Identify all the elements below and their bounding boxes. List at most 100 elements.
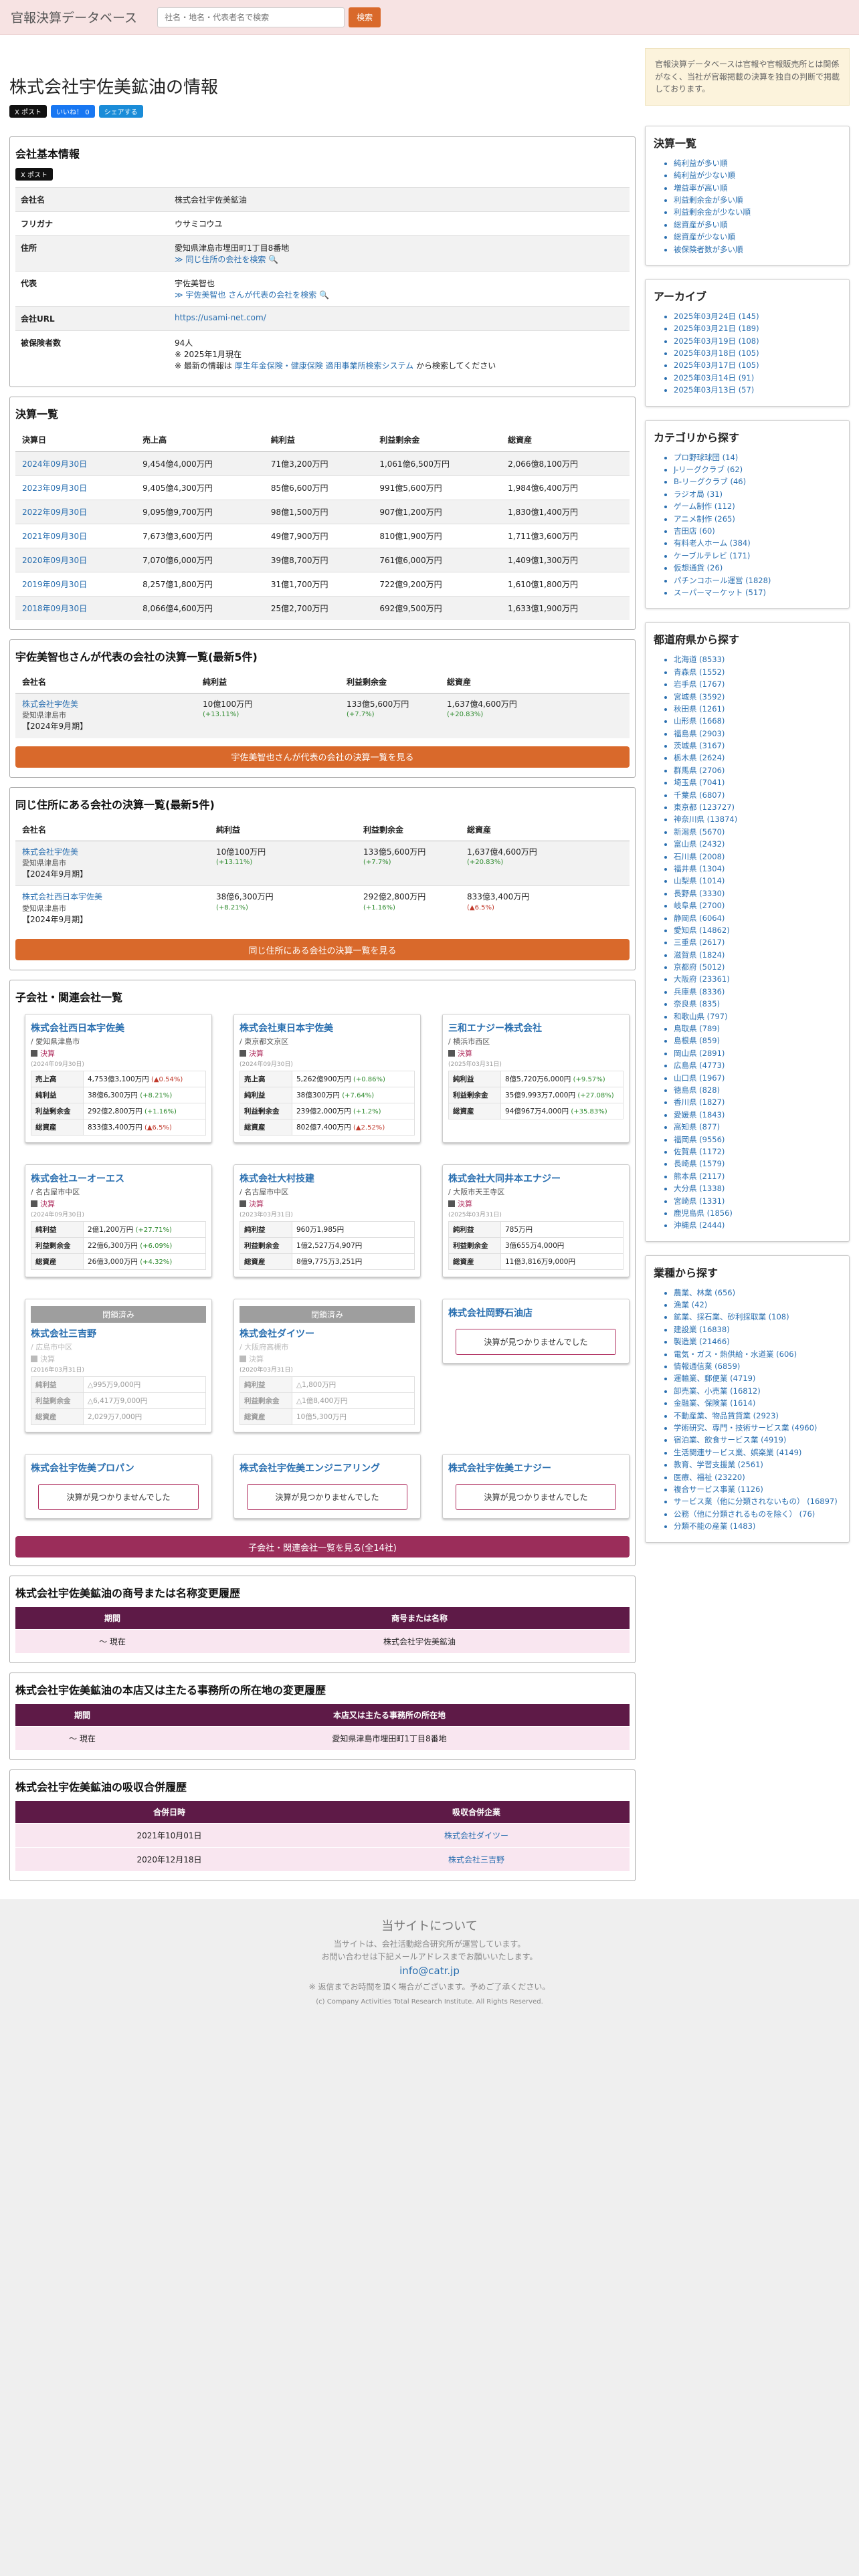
sidebar-link[interactable]: 生活関連サービス業、娯楽業 (4149) — [674, 1446, 841, 1459]
sidebar-link[interactable]: 長野県 (3330) — [674, 887, 841, 899]
subsidiary-card[interactable]: 閉鎖済み 株式会社ダイツー / 大阪府高槻市 決算 (2020年03月31日) … — [233, 1299, 421, 1433]
subsidiary-card[interactable]: 株式会社東日本宇佐美 / 東京都文京区 決算 (2024年09月30日) 売上高… — [233, 1014, 421, 1144]
sidebar-link[interactable]: 滋賀県 (1824) — [674, 949, 841, 961]
sidebar-link[interactable]: プロ野球球団 (14) — [674, 451, 841, 463]
sidebar-link[interactable]: 運輸業、郵便業 (4719) — [674, 1372, 841, 1384]
sidebar-link[interactable]: 茨城県 (3167) — [674, 740, 841, 752]
company-link[interactable]: 株式会社宇佐美 — [22, 847, 203, 858]
sidebar-link[interactable]: 山形県 (1668) — [674, 715, 841, 727]
x-post-button[interactable]: X ポスト — [9, 105, 47, 118]
sidebar-link[interactable]: 長崎県 (1579) — [674, 1158, 841, 1170]
representative-results-button[interactable]: 宇佐美智也さんが代表の会社の決算一覧を見る — [15, 746, 630, 768]
search-input[interactable] — [157, 7, 345, 27]
same-address-search-link[interactable]: ≫ 同じ住所の会社を検索 🔍 — [175, 253, 624, 265]
facebook-like-button[interactable]: いいね！ 0 — [51, 105, 95, 118]
subsidiary-name-link[interactable]: 株式会社宇佐美エンジニアリング — [240, 1461, 415, 1475]
sidebar-link[interactable]: 製造業 (21466) — [674, 1335, 841, 1348]
sidebar-link[interactable]: 和歌山県 (797) — [674, 1010, 841, 1023]
sidebar-link[interactable]: 宿泊業、飲食サービス業 (4919) — [674, 1434, 841, 1446]
merged-company-link[interactable]: 株式会社三吉野 — [448, 1855, 504, 1864]
subsidiary-card[interactable]: 株式会社大同井本エナジー / 大阪市天王寺区 決算 (2025年03月31日) … — [442, 1164, 630, 1278]
subsidiary-card[interactable]: 株式会社西日本宇佐美 / 愛知県津島市 決算 (2024年09月30日) 売上高… — [25, 1014, 212, 1144]
merged-company-link[interactable]: 株式会社ダイツー — [444, 1831, 508, 1840]
sidebar-link[interactable]: 仮想通貨 (26) — [674, 562, 841, 574]
sidebar-link[interactable]: 香川県 (1827) — [674, 1096, 841, 1108]
sidebar-link[interactable]: 岩手県 (1767) — [674, 678, 841, 690]
sidebar-link[interactable]: 卸売業、小売業 (16812) — [674, 1385, 841, 1397]
result-date-link[interactable]: 2020年09月30日 — [15, 548, 136, 572]
subsidiary-name-link[interactable]: 株式会社ユーオーエス — [31, 1172, 206, 1185]
sidebar-link[interactable]: 宮崎県 (1331) — [674, 1195, 841, 1207]
sidebar-link[interactable]: 大分県 (1338) — [674, 1182, 841, 1194]
subsidiary-name-link[interactable]: 株式会社岡野石油店 — [448, 1306, 624, 1319]
site-logo[interactable]: 官報決算データベース — [11, 8, 137, 26]
sidebar-link[interactable]: 漁業 (42) — [674, 1299, 841, 1311]
sidebar-link[interactable]: 千葉県 (6807) — [674, 789, 841, 801]
subsidiary-name-link[interactable]: 株式会社三吉野 — [31, 1327, 206, 1340]
sidebar-link[interactable]: 福岡県 (9556) — [674, 1134, 841, 1146]
sidebar-link[interactable]: 大阪府 (23361) — [674, 973, 841, 985]
footer-email-link[interactable]: info@catr.jp — [0, 1965, 859, 1977]
subsidiary-card[interactable]: 株式会社宇佐美エナジー 決算が見つかりませんでした — [442, 1454, 630, 1519]
sidebar-link[interactable]: 金融業、保険業 (1614) — [674, 1397, 841, 1409]
sidebar-link[interactable]: 2025年03月19日 (108) — [674, 335, 841, 347]
subsidiary-card[interactable]: 三和エナジー株式会社 / 横浜市西区 決算 (2025年03月31日) 純利益 8… — [442, 1014, 630, 1144]
sidebar-link[interactable]: 兵庫県 (8336) — [674, 986, 841, 998]
sidebar-link[interactable]: 吉田店 (60) — [674, 525, 841, 537]
sidebar-link[interactable]: 北海道 (8533) — [674, 653, 841, 665]
sidebar-link[interactable]: 石川県 (2008) — [674, 851, 841, 863]
sidebar-link[interactable]: 新潟県 (5670) — [674, 826, 841, 838]
subsidiary-name-link[interactable]: 株式会社西日本宇佐美 — [31, 1021, 206, 1035]
sidebar-link[interactable]: 福島県 (2903) — [674, 728, 841, 740]
sidebar-link[interactable]: 増益率が高い順 — [674, 182, 841, 194]
result-date-link[interactable]: 2019年09月30日 — [15, 572, 136, 597]
sidebar-link[interactable]: B-リーグクラブ (46) — [674, 475, 841, 488]
sidebar-link[interactable]: 徳島県 (828) — [674, 1084, 841, 1096]
sidebar-link[interactable]: 神奈川県 (13874) — [674, 813, 841, 825]
result-date-link[interactable]: 2024年09月30日 — [15, 451, 136, 476]
sidebar-link[interactable]: 利益剰余金が少ない順 — [674, 206, 841, 218]
sidebar-link[interactable]: アニメ制作 (265) — [674, 513, 841, 525]
sidebar-link[interactable]: サービス業（他に分類されないもの） (16897) — [674, 1495, 841, 1507]
sidebar-link[interactable]: 秋田県 (1261) — [674, 703, 841, 715]
sidebar-link[interactable]: 不動産業、物品賃貸業 (2923) — [674, 1410, 841, 1422]
sidebar-link[interactable]: 広島県 (4773) — [674, 1059, 841, 1071]
sidebar-link[interactable]: ゲーム制作 (112) — [674, 500, 841, 512]
sidebar-link[interactable]: 宮城県 (3592) — [674, 691, 841, 703]
sidebar-link[interactable]: 岡山県 (2891) — [674, 1047, 841, 1059]
sidebar-link[interactable]: 奈良県 (835) — [674, 998, 841, 1010]
sidebar-link[interactable]: 分類不能の産業 (1483) — [674, 1520, 841, 1532]
sidebar-link[interactable]: 愛知県 (14862) — [674, 924, 841, 936]
sidebar-link[interactable]: 純利益が少ない順 — [674, 169, 841, 181]
sidebar-link[interactable]: 山口県 (1967) — [674, 1072, 841, 1084]
subsidiary-name-link[interactable]: 株式会社宇佐美エナジー — [448, 1461, 624, 1475]
sidebar-link[interactable]: スーパーマーケット (517) — [674, 586, 841, 599]
sidebar-link[interactable]: 2025年03月24日 (145) — [674, 310, 841, 322]
sidebar-link[interactable]: 電気・ガス・熱供給・水道業 (606) — [674, 1348, 841, 1360]
subsidiary-card[interactable]: 株式会社大村技建 / 名古屋市中区 決算 (2023年03月31日) 純利益 96… — [233, 1164, 421, 1278]
sidebar-link[interactable]: 2025年03月14日 (91) — [674, 372, 841, 384]
sidebar-link[interactable]: パチンコホール運営 (1828) — [674, 574, 841, 586]
sidebar-link[interactable]: 有料老人ホーム (384) — [674, 537, 841, 549]
sidebar-link[interactable]: 利益剰余金が多い順 — [674, 194, 841, 206]
sidebar-link[interactable]: 鳥取県 (789) — [674, 1023, 841, 1035]
sidebar-link[interactable]: 高知県 (877) — [674, 1121, 841, 1133]
sidebar-link[interactable]: 2025年03月17日 (105) — [674, 359, 841, 371]
sidebar-link[interactable]: 純利益が多い順 — [674, 157, 841, 169]
sidebar-link[interactable]: J-リーグクラブ (62) — [674, 463, 841, 475]
sidebar-link[interactable]: 2025年03月21日 (189) — [674, 322, 841, 334]
sidebar-link[interactable]: 学術研究、専門・技術サービス業 (4960) — [674, 1422, 841, 1434]
sidebar-link[interactable]: 富山県 (2432) — [674, 838, 841, 850]
sidebar-link[interactable]: 総資産が少ない順 — [674, 231, 841, 243]
subsidiary-name-link[interactable]: 株式会社宇佐美プロパン — [31, 1461, 206, 1475]
sidebar-link[interactable]: 教育、学習支援業 (2561) — [674, 1459, 841, 1471]
sidebar-link[interactable]: 岐阜県 (2700) — [674, 899, 841, 911]
subsidiary-name-link[interactable]: 株式会社東日本宇佐美 — [240, 1021, 415, 1035]
sidebar-link[interactable]: 愛媛県 (1843) — [674, 1109, 841, 1121]
sidebar-link[interactable]: 建設業 (16838) — [674, 1323, 841, 1335]
sidebar-link[interactable]: 静岡県 (6064) — [674, 912, 841, 924]
subsidiary-card[interactable]: 閉鎖済み 株式会社三吉野 / 広島市中区 決算 (2016年03月31日) 純利… — [25, 1299, 212, 1433]
facebook-share-button[interactable]: シェアする — [98, 105, 143, 118]
sidebar-link[interactable]: 青森県 (1552) — [674, 666, 841, 678]
sidebar-link[interactable]: 島根県 (859) — [674, 1035, 841, 1047]
